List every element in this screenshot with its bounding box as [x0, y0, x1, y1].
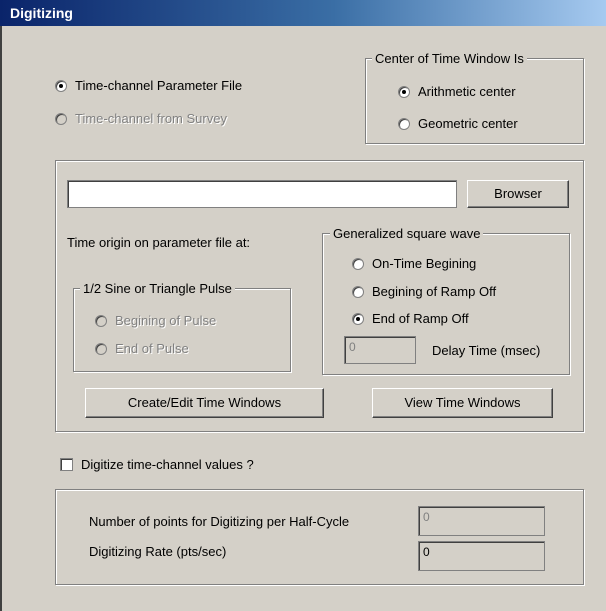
radio-arithmetic-center-label: Arithmetic center — [418, 84, 516, 99]
parameter-file-path-input[interactable] — [67, 180, 457, 208]
sine-triangle-pulse-group — [73, 288, 291, 372]
radio-end-of-ramp-off[interactable]: End of Ramp Off — [352, 311, 469, 326]
window-title: Digitizing — [0, 0, 606, 26]
radio-arithmetic-center[interactable]: Arithmetic center — [398, 84, 516, 99]
digitize-values-checkbox[interactable]: Digitize time-channel values ? — [60, 457, 254, 472]
view-time-windows-button[interactable]: View Time Windows — [372, 388, 553, 418]
radio-indicator — [352, 257, 364, 270]
delay-time-label: Delay Time (msec) — [432, 343, 541, 358]
radio-on-time-begining-label: On-Time Begining — [372, 256, 477, 271]
radio-indicator — [55, 79, 67, 92]
radio-indicator — [95, 314, 107, 327]
radio-begining-of-pulse[interactable]: Begining of Pulse — [95, 313, 216, 328]
radio-parameter-file[interactable]: Time-channel Parameter File — [55, 78, 242, 93]
radio-from-survey-label: Time-channel from Survey — [75, 111, 227, 126]
radio-indicator — [398, 117, 410, 130]
radio-from-survey[interactable]: Time-channel from Survey — [55, 111, 227, 126]
radio-indicator — [352, 285, 364, 298]
radio-on-time-begining[interactable]: On-Time Begining — [352, 256, 476, 271]
radio-end-of-pulse-label: End of Pulse — [115, 341, 189, 356]
center-group-legend: Center of Time Window Is — [372, 51, 527, 67]
points-per-half-cycle-label: Number of points for Digitizing per Half… — [89, 514, 350, 529]
radio-end-of-ramp-off-label: End of Ramp Off — [372, 311, 469, 326]
radio-geometric-center[interactable]: Geometric center — [398, 116, 518, 131]
digitize-values-label: Digitize time-channel values ? — [81, 457, 254, 472]
radio-indicator — [398, 85, 410, 98]
radio-begining-of-ramp-off-label: Begining of Ramp Off — [372, 284, 497, 299]
delay-time-input[interactable]: 0 — [344, 336, 416, 364]
radio-begining-of-ramp-off[interactable]: Begining of Ramp Off — [352, 284, 496, 299]
points-per-half-cycle-input[interactable]: 0 — [418, 506, 545, 536]
time-origin-label: Time origin on parameter file at: — [67, 235, 251, 250]
create-edit-time-windows-button[interactable]: Create/Edit Time Windows — [85, 388, 324, 418]
window-frame-edge — [0, 26, 2, 611]
radio-end-of-pulse[interactable]: End of Pulse — [95, 341, 189, 356]
radio-indicator — [95, 342, 107, 355]
browse-button[interactable]: Browser — [467, 180, 569, 208]
digitizing-rate-label: Digitizing Rate (pts/sec) — [89, 544, 227, 559]
radio-indicator — [352, 312, 364, 325]
sine-group-legend: 1/2 Sine or Triangle Pulse — [80, 281, 235, 297]
radio-begining-of-pulse-label: Begining of Pulse — [115, 313, 217, 328]
center-of-time-window-group — [365, 58, 584, 144]
square-group-legend: Generalized square wave — [330, 226, 484, 242]
radio-parameter-file-label: Time-channel Parameter File — [75, 78, 243, 93]
radio-indicator — [55, 112, 67, 125]
checkbox-indicator — [60, 458, 73, 471]
digitizing-rate-input[interactable]: 0 — [418, 541, 545, 571]
radio-geometric-center-label: Geometric center — [418, 116, 518, 131]
